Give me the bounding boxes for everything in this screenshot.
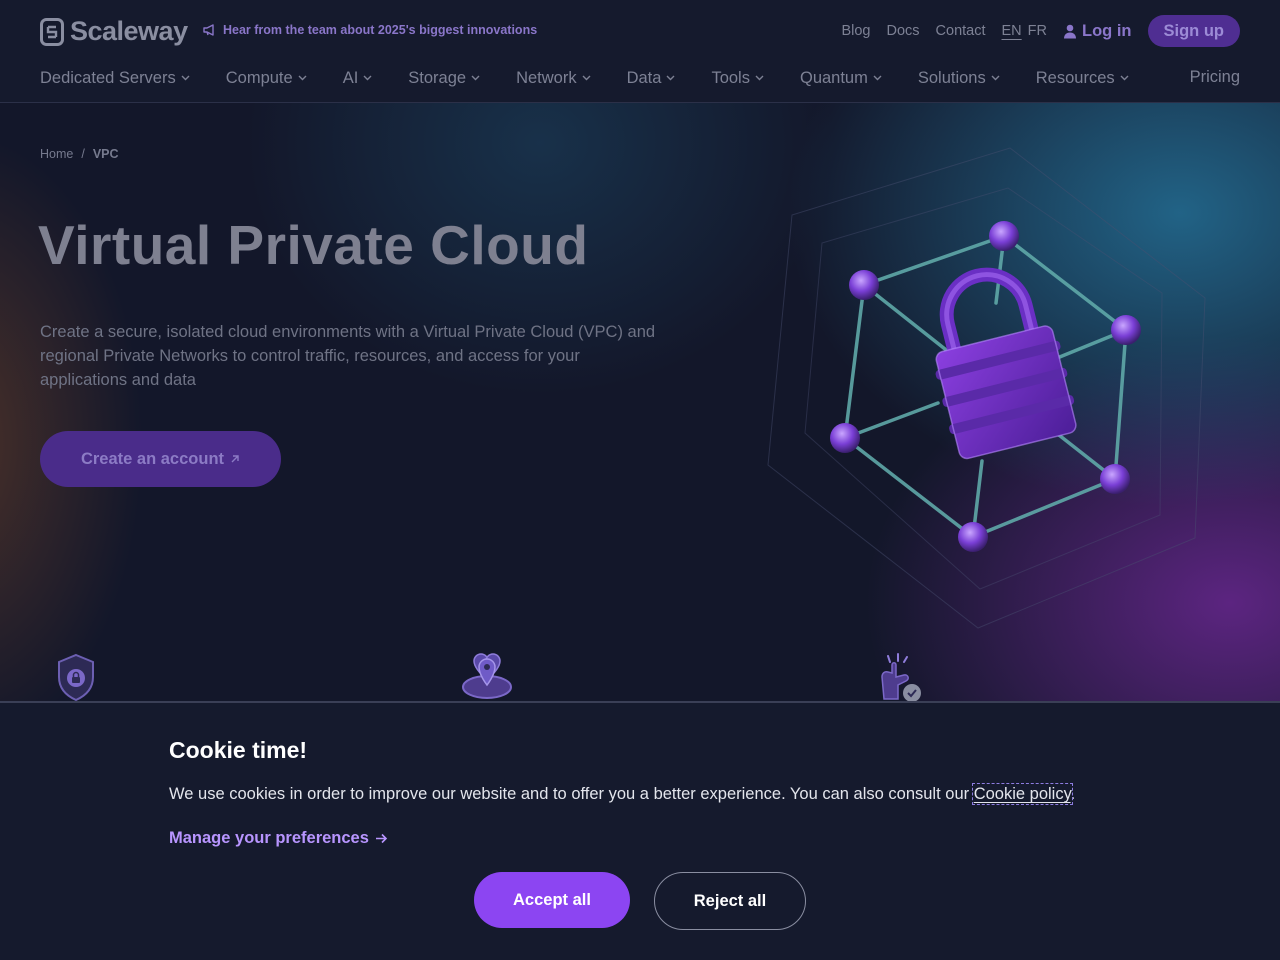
cookie-banner: Cookie time! We use cookies in order to …: [0, 701, 1280, 960]
chevron-down-icon: [1120, 75, 1129, 81]
logo-text: Scaleway: [70, 16, 188, 46]
site-header: Scaleway Hear from the team about 2025's…: [0, 0, 1280, 103]
reject-all-button[interactable]: Reject all: [654, 872, 806, 930]
announcement-link[interactable]: Hear from the team about 2025's biggest …: [203, 23, 537, 37]
announcement-text: Hear from the team about 2025's biggest …: [223, 23, 538, 37]
chevron-down-icon: [181, 75, 190, 81]
chevron-down-icon: [873, 75, 882, 81]
scaleway-logo[interactable]: Scaleway: [40, 16, 188, 47]
scaleway-logo-icon: [40, 17, 64, 46]
contact-link[interactable]: Contact: [936, 23, 986, 39]
nav-item-label: Data: [626, 68, 662, 87]
vpc-lock-illustration: [767, 147, 1206, 629]
nav-item-label: Compute: [225, 68, 293, 87]
nav-item-label: Dedicated Servers: [40, 68, 176, 87]
map-pins-icon: [462, 653, 512, 699]
arrow-up-right-icon: [231, 455, 239, 463]
chevron-down-icon: [991, 75, 1000, 81]
breadcrumb-home[interactable]: Home: [40, 147, 73, 161]
cookie-text: We use cookies in order to improve our w…: [169, 783, 1076, 805]
nav-item-tools[interactable]: Tools: [711, 69, 764, 88]
nav-item-ai[interactable]: AI: [343, 69, 373, 88]
nav-item-label: AI: [342, 68, 359, 87]
chevron-down-icon: [363, 75, 372, 81]
shield-lock-icon: [58, 653, 94, 701]
chevron-down-icon: [298, 75, 307, 81]
manage-preferences-label: Manage your preferences: [169, 829, 369, 847]
nav-item-network[interactable]: Network: [516, 69, 591, 88]
chevron-down-icon: [666, 75, 675, 81]
cookie-policy-link[interactable]: Cookie policy: [971, 783, 1073, 805]
nav-item-label: Resources: [1035, 68, 1115, 87]
chevron-down-icon: [582, 75, 591, 81]
signup-button[interactable]: Sign up: [1147, 15, 1240, 47]
hand-check-icon: [881, 653, 921, 701]
nav-item-resources[interactable]: Resources: [1036, 69, 1129, 88]
hero-description: Create a secure, isolated cloud environm…: [40, 323, 656, 389]
blog-link[interactable]: Blog: [841, 23, 870, 39]
create-account-button[interactable]: Create an account: [40, 431, 281, 487]
chevron-down-icon: [755, 75, 764, 81]
language-fr[interactable]: FR: [1028, 23, 1047, 39]
cookie-text-end: .: [1070, 785, 1076, 803]
nav-item-label: Solutions: [917, 68, 986, 87]
create-account-label: Create an account: [80, 449, 225, 468]
main-nav: Dedicated Servers Compute AI Storage Net…: [40, 66, 1165, 90]
breadcrumb-current: VPC: [92, 147, 119, 161]
nav-item-label: Tools: [711, 68, 750, 87]
nav-item-data[interactable]: Data: [627, 69, 676, 88]
language-en[interactable]: EN: [1002, 23, 1022, 39]
manage-preferences-link[interactable]: Manage your preferences: [169, 829, 388, 848]
nav-item-quantum[interactable]: Quantum: [800, 69, 882, 88]
nav-item-solutions[interactable]: Solutions: [918, 69, 1000, 88]
cookie-title: Cookie time!: [169, 737, 308, 763]
docs-link[interactable]: Docs: [886, 23, 919, 39]
arrow-right-icon: [375, 833, 388, 844]
chevron-down-icon: [471, 75, 480, 81]
language-switcher: EN FR: [1002, 23, 1048, 39]
login-label: Log in: [1082, 21, 1132, 40]
user-icon: [1064, 24, 1077, 38]
nav-item-label: Storage: [408, 68, 467, 87]
nav-item-label: Quantum: [799, 68, 868, 87]
breadcrumb: Home / VPC: [40, 147, 119, 161]
breadcrumb-separator: /: [81, 147, 85, 161]
nav-item-label: Network: [516, 68, 577, 87]
megaphone-icon: [203, 24, 214, 36]
login-link[interactable]: Log in: [1063, 21, 1132, 41]
page-title: Virtual Private Cloud: [38, 214, 589, 276]
hero-section: Home / VPC Virtual Private Cloud Create …: [0, 103, 1280, 701]
cookie-text-body: We use cookies in order to improve our w…: [169, 785, 974, 803]
accept-all-button[interactable]: Accept all: [474, 872, 630, 928]
nav-item-pricing[interactable]: Pricing: [1190, 68, 1240, 87]
top-links: Blog Docs Contact EN FR Log in Sign up: [825, 15, 1240, 47]
nav-item-storage[interactable]: Storage: [408, 69, 480, 88]
nav-item-dedicated-servers[interactable]: Dedicated Servers: [40, 69, 190, 88]
nav-item-compute[interactable]: Compute: [226, 69, 307, 88]
